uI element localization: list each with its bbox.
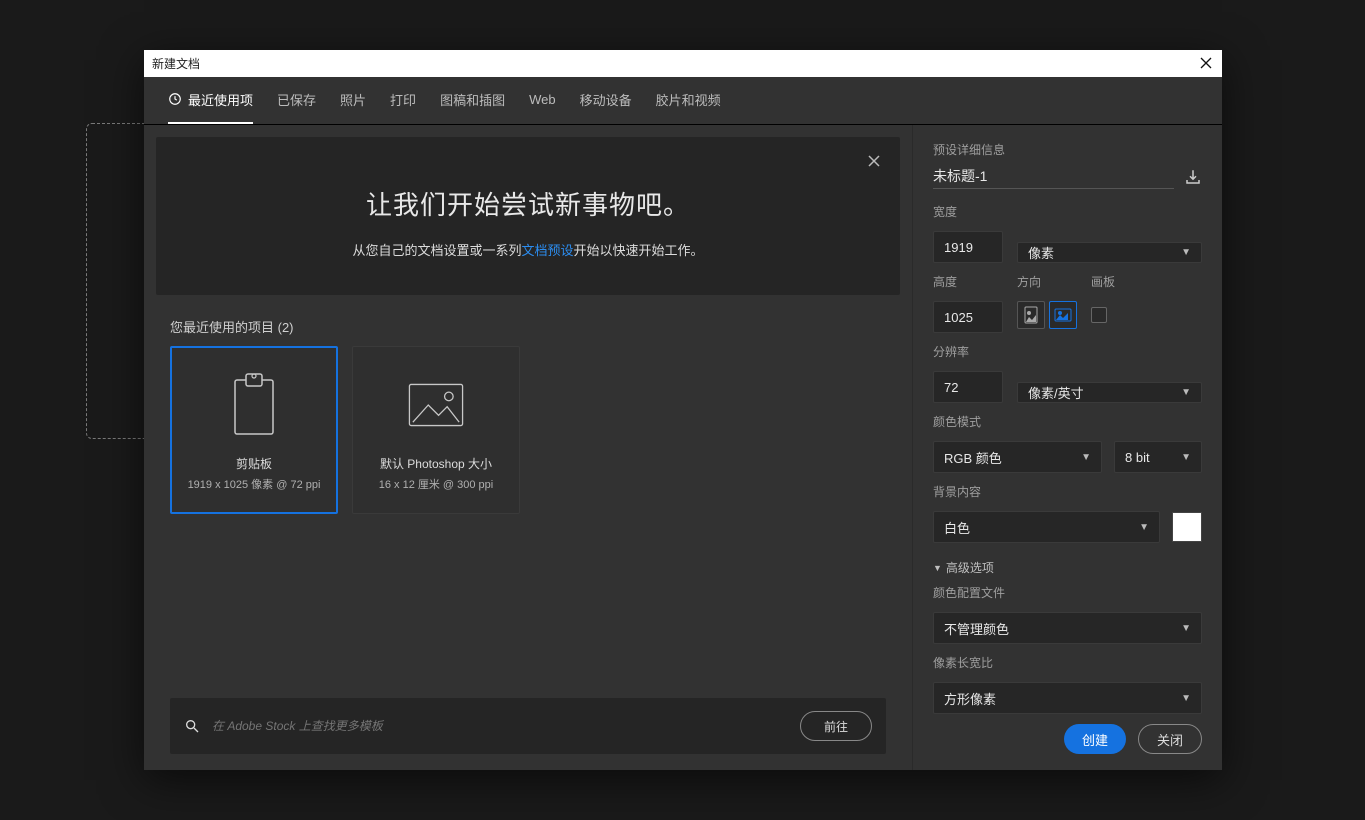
preset-card-default[interactable]: 默认 Photoshop 大小 16 x 12 厘米 @ 300 ppi: [352, 346, 520, 514]
height-input[interactable]: [933, 301, 1003, 333]
artboard-label: 画板: [1091, 273, 1115, 290]
chevron-down-icon: ▼: [1181, 247, 1191, 258]
advanced-options-toggle[interactable]: ▼ 高级选项: [933, 559, 1202, 576]
select-value: RGB 颜色: [944, 448, 1002, 467]
close-icon[interactable]: [1200, 57, 1212, 69]
card-title: 默认 Photoshop 大小: [380, 455, 492, 472]
width-label: 宽度: [933, 203, 1003, 220]
recent-heading: 您最近使用的项目 (2): [170, 317, 900, 336]
height-label: 高度: [933, 273, 1003, 290]
color-mode-label: 颜色模式: [933, 413, 1202, 430]
banner-close-icon[interactable]: [868, 155, 880, 167]
pixel-aspect-select[interactable]: 方形像素 ▼: [933, 682, 1202, 714]
tab-label: 图稿和插图: [440, 90, 505, 109]
advanced-label: 高级选项: [946, 559, 994, 576]
tab-film[interactable]: 胶片和视频: [656, 77, 721, 124]
bit-depth-select[interactable]: 8 bit ▼: [1114, 441, 1202, 473]
preset-details-label: 预设详细信息: [933, 141, 1202, 158]
chevron-down-icon: ▼: [933, 563, 942, 573]
resolution-input[interactable]: [933, 371, 1003, 403]
welcome-banner: 让我们开始尝试新事物吧。 从您自己的文档设置或一系列文档预设开始以快速开始工作。: [156, 137, 900, 295]
tab-web[interactable]: Web: [529, 77, 556, 124]
tab-mobile[interactable]: 移动设备: [580, 77, 632, 124]
stock-search-input[interactable]: [212, 719, 788, 733]
tab-label: 移动设备: [580, 90, 632, 109]
tab-saved[interactable]: 已保存: [277, 77, 316, 124]
background-color-swatch[interactable]: [1172, 512, 1202, 542]
chevron-down-icon: ▼: [1181, 387, 1191, 398]
banner-title: 让我们开始尝试新事物吧。: [180, 185, 876, 222]
stock-search: 前往: [170, 698, 886, 754]
tab-label: 照片: [340, 90, 366, 109]
main-panel: 让我们开始尝试新事物吧。 从您自己的文档设置或一系列文档预设开始以快速开始工作。…: [144, 125, 912, 770]
chevron-down-icon: ▼: [1139, 522, 1149, 533]
select-value: 方形像素: [944, 689, 996, 708]
clock-icon: [168, 92, 182, 106]
search-icon: [184, 718, 200, 734]
select-value: 不管理颜色: [944, 619, 1009, 638]
tab-label: Web: [529, 92, 556, 107]
tab-photo[interactable]: 照片: [340, 77, 366, 124]
titlebar: 新建文档: [144, 50, 1222, 77]
resolution-label: 分辨率: [933, 343, 1003, 360]
banner-text: 从您自己的文档设置或一系列文档预设开始以快速开始工作。: [180, 240, 876, 259]
chevron-down-icon: ▼: [1081, 452, 1091, 463]
preset-details-panel: 预设详细信息 宽度 像素 ▼: [912, 125, 1222, 770]
background-select[interactable]: 白色 ▼: [933, 511, 1160, 543]
preset-card-clipboard[interactable]: 剪贴板 1919 x 1025 像素 @ 72 ppi: [170, 346, 338, 514]
dialog-title: 新建文档: [152, 55, 200, 72]
tab-art[interactable]: 图稿和插图: [440, 77, 505, 124]
save-preset-icon[interactable]: [1184, 168, 1202, 186]
select-value: 白色: [944, 518, 970, 537]
card-title: 剪贴板: [236, 455, 272, 472]
go-button[interactable]: 前往: [800, 711, 872, 741]
width-input[interactable]: [933, 231, 1003, 263]
card-subtitle: 1919 x 1025 像素 @ 72 ppi: [188, 476, 321, 492]
color-mode-select[interactable]: RGB 颜色 ▼: [933, 441, 1102, 473]
tab-label: 胶片和视频: [656, 90, 721, 109]
doc-preset-link[interactable]: 文档预设: [521, 243, 573, 258]
card-subtitle: 16 x 12 厘米 @ 300 ppi: [379, 476, 494, 492]
chevron-down-icon: ▼: [1181, 693, 1191, 704]
document-name-input[interactable]: [933, 164, 1174, 189]
resolution-unit-select[interactable]: 像素/英寸 ▼: [1017, 382, 1202, 403]
select-value: 8 bit: [1125, 450, 1150, 465]
tab-recent[interactable]: 最近使用项: [168, 77, 253, 124]
image-icon: [406, 369, 466, 441]
preset-cards: 剪贴板 1919 x 1025 像素 @ 72 ppi 默认 Photoshop…: [156, 346, 900, 514]
select-value: 像素/英寸: [1028, 383, 1084, 402]
chevron-down-icon: ▼: [1181, 623, 1191, 634]
color-profile-label: 颜色配置文件: [933, 584, 1202, 601]
tab-label: 最近使用项: [188, 90, 253, 109]
pixel-aspect-label: 像素长宽比: [933, 654, 1202, 671]
orientation-landscape-button[interactable]: [1049, 301, 1077, 329]
create-button[interactable]: 创建: [1064, 724, 1126, 754]
tab-label: 已保存: [277, 90, 316, 109]
tab-print[interactable]: 打印: [390, 77, 416, 124]
width-unit-select[interactable]: 像素 ▼: [1017, 242, 1202, 263]
chevron-down-icon: ▼: [1181, 452, 1191, 463]
clipboard-icon: [224, 369, 284, 441]
color-profile-select[interactable]: 不管理颜色 ▼: [933, 612, 1202, 644]
close-button[interactable]: 关闭: [1138, 724, 1202, 754]
new-document-dialog: 新建文档 最近使用项 已保存 照片 打印 图稿和插图 Web 移动设备 胶片和视…: [144, 50, 1222, 770]
category-tabs: 最近使用项 已保存 照片 打印 图稿和插图 Web 移动设备 胶片和视频: [144, 77, 1222, 125]
tab-label: 打印: [390, 90, 416, 109]
select-value: 像素: [1028, 243, 1054, 262]
orientation-portrait-button[interactable]: [1017, 301, 1045, 329]
artboard-checkbox[interactable]: [1091, 307, 1107, 323]
orientation-label: 方向: [1017, 273, 1077, 290]
background-label: 背景内容: [933, 483, 1202, 500]
